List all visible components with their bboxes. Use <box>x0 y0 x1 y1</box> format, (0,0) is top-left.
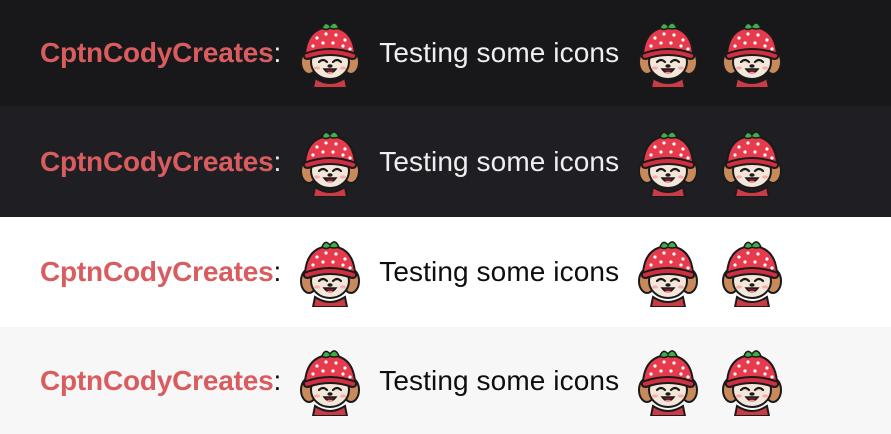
chat-message-text: Testing some icons <box>379 37 620 68</box>
chat-separator: : <box>273 37 282 68</box>
chat-row-dark-alt: CptnCodyCreates : Testing some icons <box>0 106 891 217</box>
chat-separator: : <box>273 256 282 287</box>
chat-message-text: Testing some icons <box>379 364 620 396</box>
strawberry-dog-emote-icon[interactable] <box>717 237 787 307</box>
chat-row-light: CptnCodyCreates : Testing some icons <box>0 217 891 327</box>
chat-message: CptnCodyCreates : Testing some icons <box>40 0 787 106</box>
strawberry-dog-emote-icon[interactable] <box>295 346 365 416</box>
chat-username[interactable]: CptnCodyCreates <box>40 366 274 395</box>
strawberry-dog-emote-icon[interactable] <box>717 346 787 416</box>
strawberry-dog-emote-icon[interactable] <box>633 237 703 307</box>
chat-message-text: Testing some icons <box>379 256 620 287</box>
chat-message: CptnCodyCreates : Testing some icons <box>40 327 787 434</box>
chat-username[interactable]: CptnCodyCreates <box>40 39 274 67</box>
strawberry-dog-emote-icon[interactable] <box>295 237 365 307</box>
chat-preview: CptnCodyCreates : Testing some icons Cpt… <box>0 0 891 434</box>
chat-username[interactable]: CptnCodyCreates <box>40 258 274 286</box>
chat-message: CptnCodyCreates : Testing some icons <box>40 217 787 327</box>
strawberry-dog-emote-icon[interactable] <box>717 127 787 197</box>
chat-row-dark: CptnCodyCreates : Testing some icons <box>0 0 891 106</box>
chat-separator: : <box>273 364 282 396</box>
chat-username[interactable]: CptnCodyCreates <box>40 147 274 176</box>
strawberry-dog-emote-icon[interactable] <box>717 18 787 88</box>
strawberry-dog-emote-icon[interactable] <box>633 127 703 197</box>
chat-separator: : <box>273 145 282 177</box>
strawberry-dog-emote-icon[interactable] <box>295 18 365 88</box>
strawberry-dog-emote-icon[interactable] <box>633 18 703 88</box>
strawberry-dog-emote-icon[interactable] <box>295 127 365 197</box>
chat-message-text: Testing some icons <box>379 145 620 177</box>
chat-message: CptnCodyCreates : Testing some icons <box>40 106 787 217</box>
chat-row-light-alt: CptnCodyCreates : Testing some icons <box>0 327 891 434</box>
strawberry-dog-emote-icon[interactable] <box>633 346 703 416</box>
